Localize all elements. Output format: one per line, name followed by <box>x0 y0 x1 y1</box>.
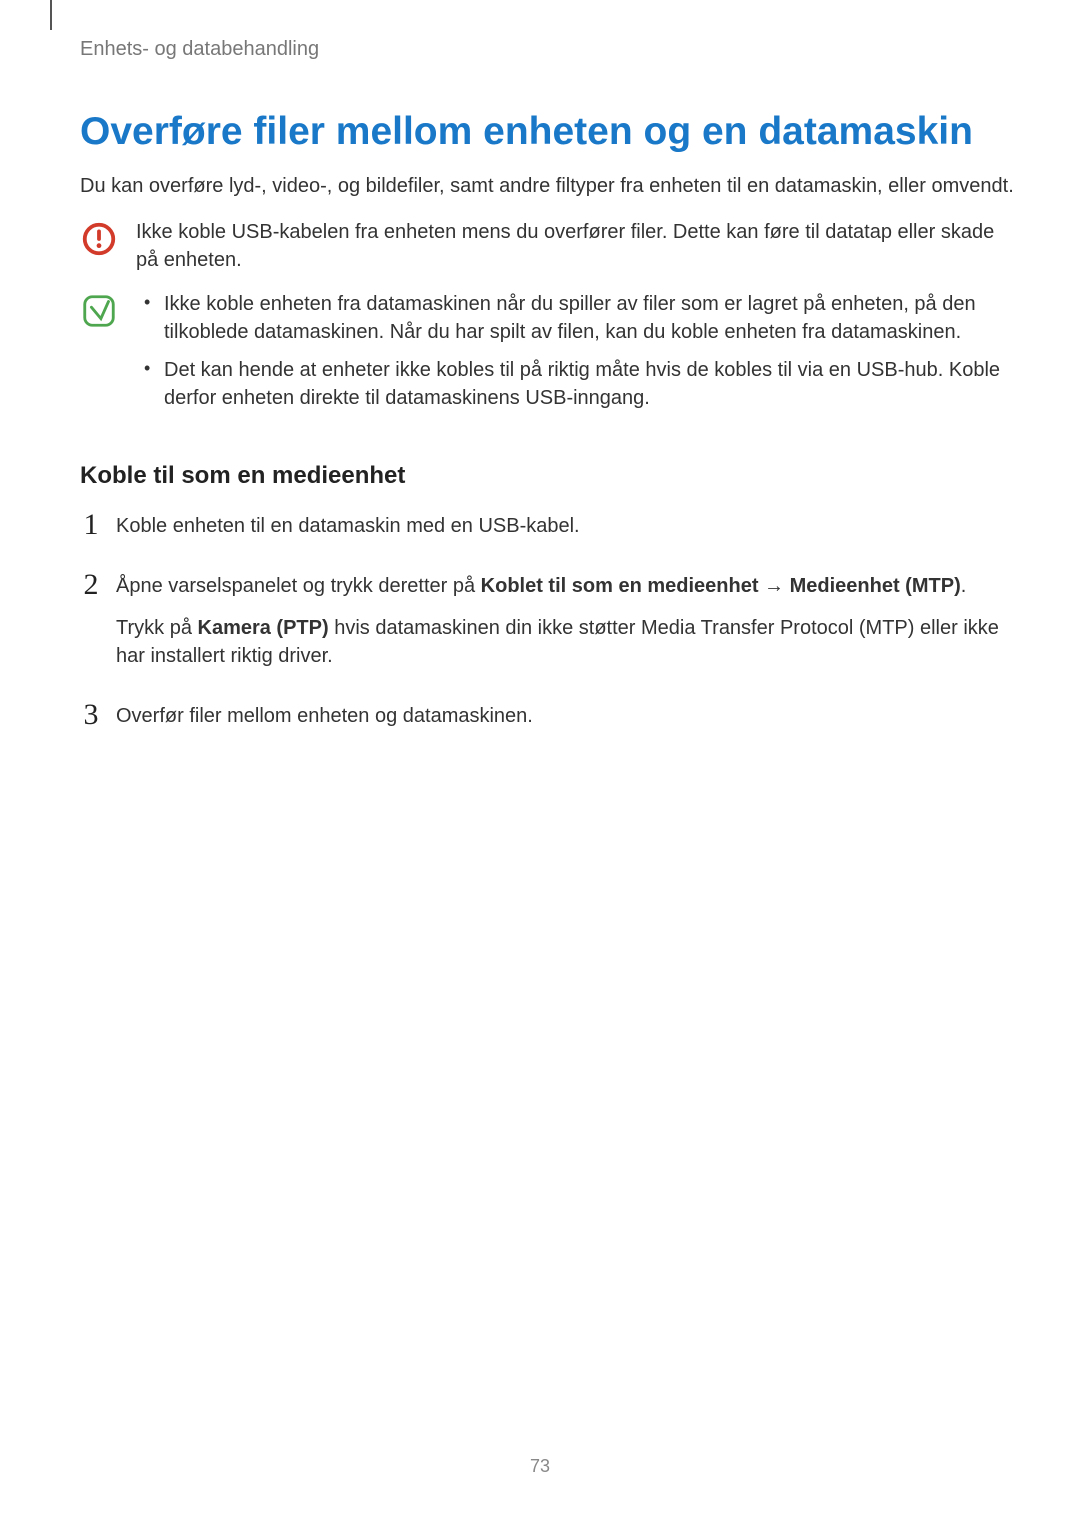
step-text: Overfør filer mellom enheten og datamask… <box>116 702 533 730</box>
page-title: Overføre filer mellom enheten og en data… <box>80 110 1015 154</box>
warning-text: Ikke koble USB-kabelen fra enheten mens … <box>136 218 1015 274</box>
step-text: Åpne varselspanelet og trykk deretter på… <box>116 572 1015 600</box>
step-number: 3 <box>80 700 102 730</box>
note-icon <box>80 292 118 330</box>
page-left-mark <box>50 0 52 30</box>
bold-text: Kamera (PTP) <box>198 617 329 639</box>
page-content: Overføre filer mellom enheten og en data… <box>80 100 1015 762</box>
step-2: 2 Åpne varselspanelet og trykk deretter … <box>80 572 1015 684</box>
text: Trykk på <box>116 617 198 639</box>
step-3: 3 Overfør filer mellom enheten og datama… <box>80 702 1015 744</box>
text: Åpne varselspanelet og trykk deretter på <box>116 575 481 597</box>
step-1: 1 Koble enheten til en datamaskin med en… <box>80 512 1015 554</box>
tip-text: Ikke koble enheten fra datamaskinen når … <box>136 290 1015 422</box>
text: . <box>961 575 967 597</box>
arrow: → <box>758 575 789 597</box>
warning-icon <box>80 220 118 258</box>
step-body: Koble enheten til en datamaskin med en U… <box>116 512 580 554</box>
bold-text: Medieenhet (MTP) <box>790 575 961 597</box>
step-body: Åpne varselspanelet og trykk deretter på… <box>116 572 1015 684</box>
page-header-chapter: Enhets- og databehandling <box>80 38 319 61</box>
intro-paragraph: Du kan overføre lyd-, video-, og bildefi… <box>80 172 1015 200</box>
tip-callout: Ikke koble enheten fra datamaskinen når … <box>80 290 1015 422</box>
section-heading: Koble til som en medieenhet <box>80 462 1015 490</box>
step-text: Trykk på Kamera (PTP) hvis datamaskinen … <box>116 614 1015 670</box>
warning-callout: Ikke koble USB-kabelen fra enheten mens … <box>80 218 1015 274</box>
page-number: 73 <box>0 1456 1080 1477</box>
tip-list-item: Det kan hende at enheter ikke kobles til… <box>136 356 1015 412</box>
step-number: 2 <box>80 570 102 600</box>
tip-list-item: Ikke koble enheten fra datamaskinen når … <box>136 290 1015 346</box>
step-number: 1 <box>80 510 102 540</box>
step-text: Koble enheten til en datamaskin med en U… <box>116 512 580 540</box>
bold-text: Koblet til som en medieenhet <box>481 575 759 597</box>
step-body: Overfør filer mellom enheten og datamask… <box>116 702 533 744</box>
